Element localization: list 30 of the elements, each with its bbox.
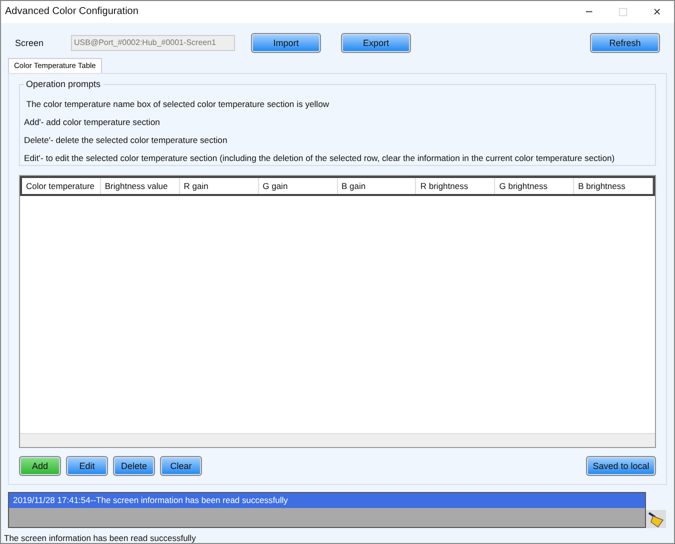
broom-icon[interactable] bbox=[646, 510, 666, 528]
column-header[interactable]: Color temperature bbox=[22, 178, 101, 194]
prompt-text: Edit'- to edit the selected color temperature section (including the deletion of the selected row, clear the information in the current color temperature section) bbox=[24, 152, 616, 163]
log-entry[interactable]: 2019/11/28 17:41:54--The screen information has been read successfully bbox=[9, 493, 645, 508]
scroll-bar[interactable] bbox=[20, 432, 655, 447]
column-header[interactable]: G gain bbox=[258, 178, 338, 194]
screen-label: Screen bbox=[15, 38, 45, 48]
column-header[interactable]: Brightness value bbox=[100, 178, 180, 194]
prompt-text: The color temperature name box of selected color temperature section is yellow bbox=[25, 98, 330, 109]
close-button[interactable]: × bbox=[640, 4, 674, 20]
action-button[interactable]: Add bbox=[19, 456, 61, 476]
column-header[interactable]: R gain bbox=[180, 178, 259, 194]
column-header[interactable]: B brightness bbox=[574, 178, 653, 194]
save-button[interactable]: Saved to local bbox=[586, 456, 656, 476]
group-title: Operation prompts bbox=[24, 78, 103, 89]
column-header[interactable]: B gain bbox=[338, 178, 416, 194]
column-header[interactable]: R brightness bbox=[416, 178, 496, 194]
screen-field[interactable]: USB@Port_#0002:Hub_#0001-Screen1 bbox=[71, 34, 235, 51]
refresh-button[interactable]: Refresh bbox=[590, 32, 660, 53]
window-title: Advanced Color Configuration bbox=[5, 6, 138, 18]
action-button[interactable]: Delete bbox=[113, 456, 155, 476]
prompt-text: Add'- add color temperature section bbox=[24, 116, 161, 127]
action-button[interactable]: Edit bbox=[66, 456, 108, 476]
export-button[interactable]: Export bbox=[341, 32, 411, 53]
action-button[interactable]: Clear bbox=[160, 456, 202, 476]
minimize-button[interactable]: − bbox=[572, 4, 606, 20]
status-text: The screen information has been read successfully bbox=[3, 532, 197, 543]
column-header[interactable]: G brightness bbox=[495, 178, 574, 194]
import-button[interactable]: Import bbox=[251, 32, 321, 53]
prompt-text: Delete'- delete the selected color temperature section bbox=[24, 134, 228, 145]
